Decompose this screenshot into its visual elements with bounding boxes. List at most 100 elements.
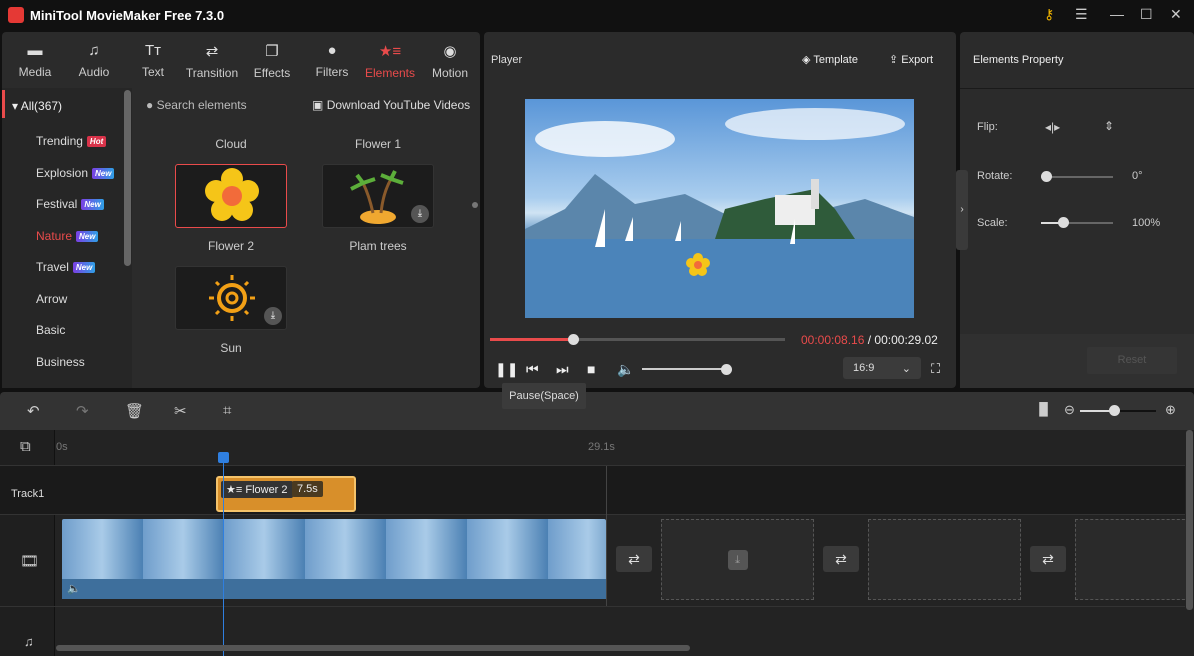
time-separator: / (864, 333, 875, 347)
nav-media[interactable]: ▬ Media (5, 42, 65, 79)
category-trending[interactable]: Trending Hot (36, 134, 107, 148)
nav-label: Effects (253, 66, 291, 80)
app-logo (8, 7, 24, 23)
reset-button[interactable]: Reset (1087, 347, 1177, 374)
aspect-value: 16:9 (853, 362, 875, 374)
nav-elements[interactable]: ★≡ Elements (360, 42, 420, 80)
layers-icon: ◈ (802, 54, 811, 66)
element-palm-trees[interactable]: ⤓ (322, 164, 434, 228)
split-icon[interactable]: ✂ (174, 402, 187, 420)
download-icon[interactable]: ⤓ (411, 205, 429, 223)
nav-effects[interactable]: ❐ Effects (242, 42, 302, 80)
delete-icon[interactable]: 🗑 (125, 402, 144, 420)
vertical-scrollbar[interactable] (1186, 430, 1193, 610)
flip-horizontal-icon[interactable]: ◂|▸ (1045, 120, 1060, 134)
ruler-start: 0s (56, 441, 68, 453)
video-clip[interactable]: 🔈 (62, 519, 606, 599)
collapse-panel-button[interactable]: › (956, 170, 968, 250)
clip-duration: 7.5s (292, 481, 323, 497)
timeline-zoom-slider[interactable] (1080, 405, 1156, 416)
divider (960, 88, 1194, 89)
previous-frame-button[interactable]: ⏮ (526, 361, 539, 378)
playhead-handle[interactable] (218, 452, 229, 463)
rotate-handle[interactable] (1041, 171, 1052, 182)
transition-slot-icon[interactable]: ⇄ (1030, 546, 1066, 572)
scale-slider[interactable] (1041, 217, 1113, 228)
category-business[interactable]: Business (36, 355, 85, 369)
search-input[interactable]: ● Search elements (146, 98, 247, 112)
nav-text[interactable]: Tт Text (123, 42, 183, 79)
template-button[interactable]: ◈ Template (802, 53, 858, 66)
template-label: Template (813, 54, 858, 66)
pause-tooltip: Pause(Space) (502, 383, 586, 409)
fit-timeline-icon[interactable]: ▐▌ (1035, 402, 1052, 416)
minimize-icon[interactable]: — (1110, 6, 1124, 22)
nav-motion[interactable]: ◉ Motion (420, 42, 480, 80)
export-button[interactable]: ⇪ Export (889, 53, 933, 66)
element-clip[interactable]: ★≡ Flower 2 7.5s (216, 476, 356, 512)
element-flower2[interactable] (175, 164, 287, 228)
export-label: Export (901, 54, 934, 66)
undo-icon[interactable]: ↶ (27, 402, 40, 420)
category-label: Travel (36, 260, 69, 274)
horizontal-scrollbar[interactable] (56, 645, 690, 651)
volume-slider[interactable] (642, 364, 732, 375)
category-explosion[interactable]: Explosion New (36, 166, 115, 180)
element-sun[interactable]: ⤓ (175, 266, 287, 330)
empty-slot[interactable]: ⤓ (661, 519, 814, 600)
playback-progress[interactable] (490, 334, 785, 345)
scale-handle[interactable] (1058, 217, 1069, 228)
clip-volume-icon[interactable]: 🔈 (67, 582, 81, 595)
rotate-slider[interactable] (1041, 171, 1113, 182)
transition-slot-icon[interactable]: ⇄ (616, 546, 652, 572)
category-nature[interactable]: Nature New (36, 229, 99, 243)
element-label: Sun (220, 341, 242, 355)
panel-resize-handle[interactable] (472, 202, 478, 208)
fullscreen-icon[interactable]: ⛶ (931, 361, 940, 377)
category-scrollbar[interactable] (124, 90, 131, 266)
crop-icon[interactable]: ⌗ (223, 402, 231, 419)
volume-icon[interactable]: 🔈 (617, 361, 634, 378)
close-icon[interactable]: ✕ (1170, 6, 1182, 23)
timeline-zoom-handle[interactable] (1109, 405, 1120, 416)
scale-label: Scale: (977, 217, 1008, 229)
stop-button[interactable]: ■ (587, 361, 595, 377)
progress-handle[interactable] (567, 334, 579, 345)
menu-icon[interactable]: ☰ (1075, 6, 1088, 23)
zoom-in-icon[interactable]: ⊕ (1165, 402, 1176, 418)
nav-filters[interactable]: ● Filters (302, 42, 362, 79)
elements-icon: ★≡ (378, 43, 402, 60)
download-youtube-button[interactable]: ▣ Download YouTube Videos (312, 98, 470, 112)
transition-icon: ⇄ (205, 43, 219, 60)
category-festival[interactable]: Festival New (36, 197, 104, 211)
add-track-icon[interactable]: ⧉ (20, 438, 31, 455)
redo-icon[interactable]: ↷ (76, 402, 89, 420)
clip-name: Flower 2 (245, 484, 288, 496)
scale-value: 100% (1132, 217, 1161, 229)
zoom-out-icon[interactable]: ⊖ (1064, 402, 1075, 418)
category-all[interactable]: ▾ All(367) (12, 99, 62, 113)
category-arrow[interactable]: Arrow (36, 292, 67, 306)
music-icon: ♫ (88, 42, 100, 59)
empty-slot[interactable] (1075, 519, 1190, 600)
key-icon[interactable]: ⚷ (1044, 6, 1054, 23)
empty-slot[interactable] (868, 519, 1021, 600)
next-frame-button[interactable]: ⏭ (556, 361, 569, 378)
video-preview[interactable] (525, 99, 914, 318)
flip-vertical-icon[interactable]: ⇕ (1104, 119, 1114, 133)
volume-handle[interactable] (721, 364, 732, 375)
aspect-ratio-select[interactable]: 16:9 ⌄ (843, 357, 921, 379)
pause-button[interactable]: ❚❚ (495, 361, 518, 378)
nav-transition[interactable]: ⇄ Transition (180, 42, 244, 80)
playhead[interactable] (223, 452, 224, 656)
search-icon: ● (146, 98, 154, 112)
maximize-icon[interactable]: ☐ (1140, 6, 1153, 23)
download-icon[interactable]: ⤓ (264, 307, 282, 325)
music-track-icon: ♫ (24, 634, 34, 649)
elements-icon: ★≡ (226, 484, 243, 496)
element-label-cloud: Cloud (215, 137, 247, 151)
category-basic[interactable]: Basic (36, 323, 65, 337)
transition-slot-icon[interactable]: ⇄ (823, 546, 859, 572)
nav-audio[interactable]: ♫ Audio (64, 42, 124, 79)
category-travel[interactable]: Travel New (36, 260, 96, 274)
